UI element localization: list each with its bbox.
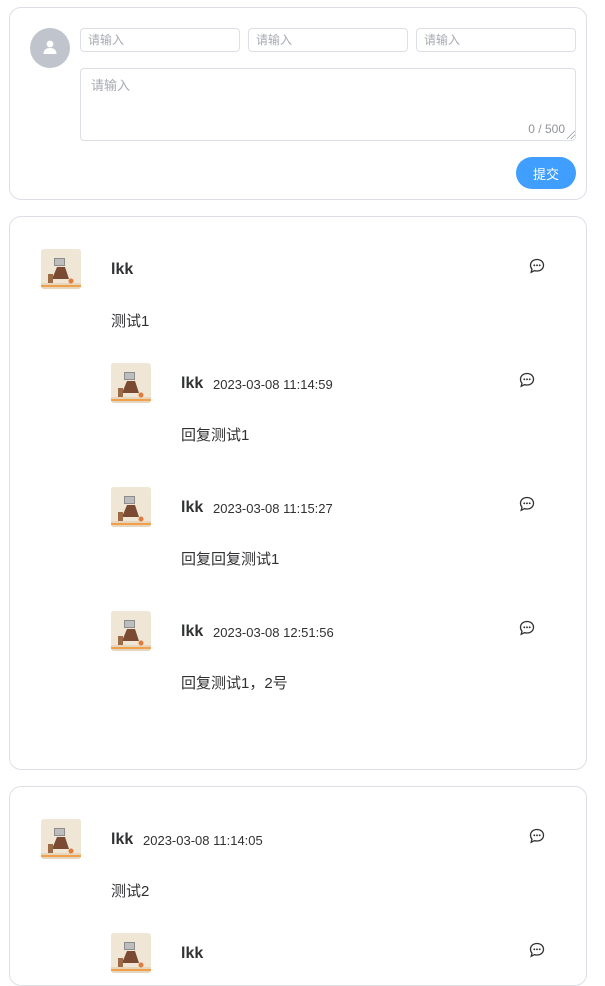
submit-button[interactable]: 提交 xyxy=(516,157,576,189)
comment-username: lkk xyxy=(111,261,134,278)
reply-avatar xyxy=(111,487,151,527)
reply-avatar xyxy=(111,933,151,973)
comment-content: 测试1 xyxy=(111,313,150,330)
avatar-illustration-icon xyxy=(111,933,151,973)
chat-bubble-icon[interactable] xyxy=(529,258,545,274)
user-icon xyxy=(43,40,57,54)
comment-card: lkk 测试1 lkk 2023-03-08 11:14:59 回复测试1 lk… xyxy=(9,216,587,770)
reply-username: lkk xyxy=(181,623,204,640)
nickname-input[interactable] xyxy=(80,28,240,52)
chat-bubble-icon[interactable] xyxy=(519,620,535,636)
reply-username: lkk xyxy=(181,375,204,392)
website-input[interactable] xyxy=(416,28,576,52)
default-user-avatar xyxy=(30,28,70,68)
comment-content: 测试2 xyxy=(111,883,150,900)
avatar-illustration-icon xyxy=(41,249,81,289)
reply-content: 回复测试1 xyxy=(181,427,250,444)
reply-content: 回复回复测试1 xyxy=(181,551,280,568)
email-input[interactable] xyxy=(248,28,408,52)
reply-timestamp: 2023-03-08 11:14:59 xyxy=(213,377,333,392)
avatar-illustration-icon xyxy=(111,363,151,403)
reply-content: 回复测试1，2号 xyxy=(181,675,288,692)
comment-timestamp: 2023-03-08 11:14:05 xyxy=(143,833,263,848)
reply-avatar xyxy=(111,363,151,403)
comment-form: 0 / 500 提交 xyxy=(9,7,587,200)
reply-timestamp: 2023-03-08 12:51:56 xyxy=(213,625,334,640)
reply-username: lkk xyxy=(181,945,204,962)
user-avatar xyxy=(41,249,81,289)
user-avatar xyxy=(41,819,81,859)
chat-bubble-icon[interactable] xyxy=(529,942,545,958)
avatar-illustration-icon xyxy=(111,611,151,651)
reply-timestamp: 2023-03-08 11:15:27 xyxy=(213,501,333,516)
comment-textarea[interactable] xyxy=(80,68,576,141)
textarea-resize-handle[interactable] xyxy=(567,131,575,139)
comment-username: lkk xyxy=(111,831,134,848)
avatar-illustration-icon xyxy=(111,487,151,527)
chat-bubble-icon[interactable] xyxy=(519,496,535,512)
reply-username: lkk xyxy=(181,499,204,516)
chat-bubble-icon[interactable] xyxy=(529,828,545,844)
comment-card: lkk 2023-03-08 11:14:05 测试2 lkk xyxy=(9,786,587,986)
char-count: 0 / 500 xyxy=(528,122,565,136)
reply-avatar xyxy=(111,611,151,651)
chat-bubble-icon[interactable] xyxy=(519,372,535,388)
avatar-illustration-icon xyxy=(41,819,81,859)
